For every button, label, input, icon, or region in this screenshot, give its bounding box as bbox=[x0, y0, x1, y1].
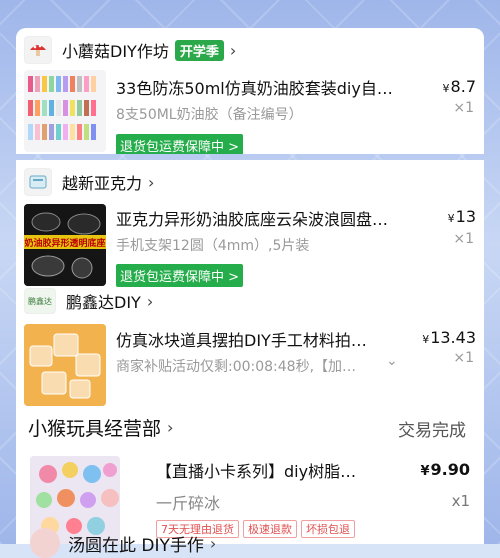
currency-symbol: ¥ bbox=[442, 82, 450, 95]
product-spec: 8支50ML奶油胶（备注编号） bbox=[116, 107, 303, 123]
shop-name[interactable]: 小猴玩具经营部 bbox=[28, 414, 161, 441]
shop-header[interactable]: 小蘑菇DIY作坊 开学季 › bbox=[24, 36, 236, 64]
chevron-right-icon[interactable]: › bbox=[167, 418, 173, 437]
chevron-right-icon[interactable]: › bbox=[148, 173, 154, 192]
order-card[interactable]: 小蘑菇DIY作坊 开学季 › 33色防冻50ml仿真奶油胶套装diy自… 8支5… bbox=[16, 28, 484, 154]
currency-symbol: ¥ bbox=[422, 333, 430, 346]
shop-logo bbox=[24, 168, 52, 196]
service-tag: 坏损包退 bbox=[301, 520, 355, 538]
acrylic-sheet-icon bbox=[29, 175, 47, 189]
shop-promo-tag: 开学季 bbox=[174, 39, 224, 61]
price-value: 8.7 bbox=[450, 77, 476, 96]
avatar bbox=[30, 528, 60, 558]
price-value: 13.43 bbox=[430, 328, 476, 347]
product-title[interactable]: 【直播小卡系列】diy树脂… bbox=[156, 458, 406, 482]
order-card[interactable]: 小猴玩具经营部 › 交易完成 【直播小卡系列】diy树脂… 一斤碎冰 ¥9.90… bbox=[16, 406, 484, 544]
product-thumbnail[interactable]: 奶油胶异形透明底座 bbox=[24, 204, 106, 286]
mushroom-icon bbox=[30, 44, 46, 56]
product-spec: 一斤碎冰 bbox=[156, 494, 221, 513]
product-thumbnail[interactable] bbox=[24, 324, 106, 406]
currency-symbol: ¥ bbox=[420, 464, 430, 479]
ice-cubes-image bbox=[24, 324, 106, 406]
order-status: 交易完成 bbox=[398, 421, 466, 441]
shop-name[interactable]: 鹏鑫达DIY bbox=[66, 289, 141, 313]
thumbnail-caption: 奶油胶异形透明底座 bbox=[24, 239, 106, 249]
return-shipping-badge[interactable]: 退货包运费保障中 > bbox=[116, 134, 244, 154]
shop-logo bbox=[24, 36, 52, 64]
product-price: ¥13.43 bbox=[422, 328, 476, 347]
shop-name[interactable]: 越新亚克力 bbox=[62, 170, 142, 194]
price-value: 9.90 bbox=[430, 460, 470, 479]
product-price: ¥9.90 bbox=[420, 460, 470, 479]
order-card[interactable]: 越新亚克力 › 奶油胶异形透明底座 亚克力异形奶油胶底座云朵波浪圆盘… 手机支架… bbox=[16, 160, 484, 288]
product-price: ¥8.7 bbox=[443, 77, 476, 96]
chevron-right-icon[interactable]: › bbox=[230, 41, 236, 60]
product-quantity: ×1 bbox=[453, 100, 474, 116]
price-value: 13 bbox=[455, 207, 476, 226]
chevron-right-icon[interactable]: › bbox=[210, 534, 216, 553]
currency-symbol: ¥ bbox=[447, 212, 455, 225]
shop-header[interactable]: 小猴玩具经营部 › bbox=[28, 414, 173, 441]
product-spec: 手机支架12圆（4mm）,5片装 bbox=[116, 238, 310, 254]
product-quantity: ×1 bbox=[453, 231, 474, 247]
product-title[interactable]: 仿真冰块道具摆拍DIY手工材料拍… bbox=[116, 327, 396, 351]
product-title[interactable]: 亚克力异形奶油胶底座云朵波浪圆盘… bbox=[116, 206, 441, 230]
chevron-down-icon[interactable]: ⌄ bbox=[386, 353, 398, 369]
order-card[interactable]: 鹏鑫达 鹏鑫达DIY › 仿真冰块道具摆拍DIY手工材料拍… 商家补贴活动仅剩:… bbox=[16, 288, 484, 406]
shop-name[interactable]: 汤圆在此 DIY手作 bbox=[68, 531, 204, 556]
product-thumbnail[interactable] bbox=[24, 70, 106, 152]
product-spec: 商家补贴活动仅剩:00:08:48秒,【加… bbox=[116, 359, 357, 375]
product-price: ¥13 bbox=[448, 207, 476, 226]
cream-glue-tubes-image bbox=[28, 76, 96, 140]
shop-logo: 鹏鑫达 bbox=[24, 288, 56, 314]
product-quantity: ×1 bbox=[453, 350, 474, 366]
shop-name[interactable]: 小蘑菇DIY作坊 bbox=[62, 38, 169, 62]
product-quantity: x1 bbox=[451, 492, 470, 510]
chevron-right-icon[interactable]: › bbox=[147, 292, 153, 311]
next-shop-header[interactable]: 汤圆在此 DIY手作 › bbox=[30, 528, 216, 558]
service-tag: 极速退款 bbox=[243, 520, 297, 538]
shop-header[interactable]: 越新亚克力 › bbox=[24, 168, 154, 196]
shop-header[interactable]: 鹏鑫达 鹏鑫达DIY › bbox=[24, 288, 153, 314]
product-title[interactable]: 33色防冻50ml仿真奶油胶套装diy自… bbox=[116, 75, 416, 99]
return-shipping-badge[interactable]: 退货包运费保障中 > bbox=[116, 264, 244, 287]
